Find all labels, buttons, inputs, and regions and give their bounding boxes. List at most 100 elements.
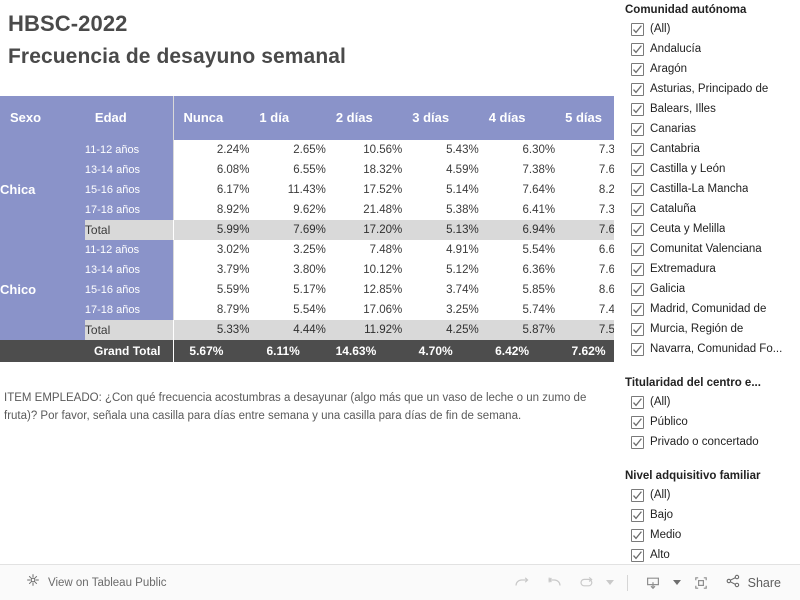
cell-value[interactable]: 5.59% bbox=[173, 280, 250, 300]
cell-value[interactable]: 5.67% bbox=[173, 340, 250, 362]
filter-option-alto[interactable]: Alto bbox=[620, 545, 800, 565]
cell-value[interactable]: 7.38% bbox=[478, 160, 556, 180]
cell-value[interactable]: 5.13% bbox=[402, 220, 479, 240]
download-icon[interactable] bbox=[638, 569, 668, 597]
filter-option-navarra[interactable]: Navarra, Comunidad Fo... bbox=[620, 339, 800, 359]
filter-option-galicia[interactable]: Galicia bbox=[620, 279, 800, 299]
column-header-2-dias[interactable]: 2 días bbox=[325, 96, 403, 140]
checkbox-checked-icon[interactable] bbox=[631, 162, 644, 176]
checkbox-checked-icon[interactable] bbox=[631, 548, 644, 562]
cell-value[interactable]: 7.45% bbox=[555, 300, 614, 320]
view-on-tableau-public-link[interactable]: View on Tableau Public bbox=[48, 577, 167, 589]
filter-option-ceuta-y-melilla[interactable]: Ceuta y Melilla bbox=[620, 219, 800, 239]
checkbox-checked-icon[interactable] bbox=[631, 122, 644, 136]
checkbox-checked-icon[interactable] bbox=[631, 242, 644, 256]
filter-option-andalucia[interactable]: Andalucía bbox=[620, 39, 800, 59]
table-row[interactable]: 15-16 años 5.59% 5.17% 12.85% 3.74% 5.85… bbox=[0, 280, 614, 300]
cell-value[interactable]: 6.17% bbox=[173, 180, 250, 200]
checkbox-checked-icon[interactable] bbox=[631, 415, 644, 429]
checkbox-checked-icon[interactable] bbox=[631, 142, 644, 156]
filter-option-privado-concertado[interactable]: Privado o concertado bbox=[620, 432, 800, 452]
download-chevron-down-icon[interactable] bbox=[670, 569, 684, 597]
cell-value[interactable]: 5.99% bbox=[173, 220, 250, 240]
cell-value[interactable]: 10.56% bbox=[325, 140, 403, 160]
cell-value[interactable]: 4.25% bbox=[402, 320, 479, 340]
cell-value[interactable]: 7.58% bbox=[555, 320, 614, 340]
crosstab-container[interactable]: Sexo Edad Nunca 1 día 2 días 3 días 4 dí… bbox=[0, 96, 614, 362]
cell-value[interactable]: 3.02% bbox=[173, 240, 250, 260]
cell-value[interactable]: 21.48% bbox=[325, 200, 403, 220]
filter-option-cataluna[interactable]: Cataluña bbox=[620, 199, 800, 219]
filter-option-aragon[interactable]: Aragón bbox=[620, 59, 800, 79]
column-header-edad[interactable]: Edad bbox=[84, 96, 174, 140]
cell-value[interactable]: 6.30% bbox=[478, 140, 556, 160]
filter-option-asturias[interactable]: Asturias, Principado de bbox=[620, 79, 800, 99]
cell-value[interactable]: 5.38% bbox=[402, 200, 479, 220]
cell-value[interactable]: 14.63% bbox=[325, 340, 403, 362]
checkbox-checked-icon[interactable] bbox=[631, 182, 644, 196]
cell-value[interactable]: 17.20% bbox=[325, 220, 403, 240]
cell-value[interactable]: 5.43% bbox=[402, 140, 479, 160]
row-header-total[interactable]: Total bbox=[84, 220, 174, 240]
row-header-edad[interactable]: 11-12 años bbox=[84, 140, 174, 160]
column-header-5-dias[interactable]: 5 días bbox=[555, 96, 614, 140]
checkbox-checked-icon[interactable] bbox=[631, 342, 644, 356]
checkbox-checked-icon[interactable] bbox=[631, 282, 644, 296]
filter-option-extremadura[interactable]: Extremadura bbox=[620, 259, 800, 279]
row-header-edad[interactable]: 17-18 años bbox=[84, 200, 174, 220]
checkbox-checked-icon[interactable] bbox=[631, 222, 644, 236]
table-row[interactable]: Chica 11-12 años 2.24% 2.65% 10.56% 5.43… bbox=[0, 140, 614, 240]
column-header-sexo[interactable]: Sexo bbox=[0, 96, 85, 140]
subtotal-row[interactable]: Total 5.99% 7.69% 17.20% 5.13% 6.94% 7.6… bbox=[0, 220, 614, 240]
cell-value[interactable]: 4.44% bbox=[249, 320, 326, 340]
row-header-edad[interactable]: 17-18 años bbox=[84, 300, 174, 320]
cell-value[interactable]: 2.24% bbox=[173, 140, 250, 160]
crosstab-table[interactable]: Sexo Edad Nunca 1 día 2 días 3 días 4 dí… bbox=[0, 96, 614, 362]
checkbox-checked-icon[interactable] bbox=[631, 302, 644, 316]
cell-value[interactable]: 5.14% bbox=[402, 180, 479, 200]
filter-option-publico[interactable]: Público bbox=[620, 412, 800, 432]
table-row[interactable]: Chico 11-12 años 3.02% 3.25% 7.48% 4.91%… bbox=[0, 240, 614, 340]
table-row[interactable]: 17-18 años 8.79% 5.54% 17.06% 3.25% 5.74… bbox=[0, 300, 614, 320]
cell-value[interactable]: 3.80% bbox=[249, 260, 326, 280]
checkbox-checked-icon[interactable] bbox=[631, 435, 644, 449]
checkbox-checked-icon[interactable] bbox=[631, 22, 644, 36]
cell-value[interactable]: 7.62% bbox=[555, 340, 614, 362]
cell-value[interactable]: 9.62% bbox=[249, 200, 326, 220]
cell-value[interactable]: 5.87% bbox=[478, 320, 556, 340]
cell-value[interactable]: 6.61% bbox=[555, 240, 614, 260]
cell-value[interactable]: 5.17% bbox=[249, 280, 326, 300]
column-header-3-dias[interactable]: 3 días bbox=[402, 96, 479, 140]
cell-value[interactable]: 12.85% bbox=[325, 280, 403, 300]
filter-option-all[interactable]: (All) bbox=[620, 485, 800, 505]
filter-option-all[interactable]: (All) bbox=[620, 19, 800, 39]
checkbox-checked-icon[interactable] bbox=[631, 42, 644, 56]
filter-option-bajo[interactable]: Bajo bbox=[620, 505, 800, 525]
checkbox-checked-icon[interactable] bbox=[631, 528, 644, 542]
cell-value[interactable]: 18.32% bbox=[325, 160, 403, 180]
row-header-edad[interactable]: 15-16 años bbox=[84, 180, 174, 200]
filter-option-canarias[interactable]: Canarias bbox=[620, 119, 800, 139]
redo-icon[interactable] bbox=[507, 569, 537, 597]
cell-value[interactable]: 5.85% bbox=[478, 280, 556, 300]
checkbox-checked-icon[interactable] bbox=[631, 508, 644, 522]
cell-value[interactable]: 3.79% bbox=[173, 260, 250, 280]
checkbox-checked-icon[interactable] bbox=[631, 322, 644, 336]
cell-value[interactable]: 6.55% bbox=[249, 160, 326, 180]
cell-value[interactable]: 6.11% bbox=[249, 340, 326, 362]
filter-option-murcia[interactable]: Murcia, Región de bbox=[620, 319, 800, 339]
row-header-edad[interactable]: 11-12 años bbox=[84, 240, 174, 260]
row-header-total[interactable]: Total bbox=[84, 320, 174, 340]
cell-value[interactable]: 8.79% bbox=[173, 300, 250, 320]
column-header-4-dias[interactable]: 4 días bbox=[478, 96, 556, 140]
cell-value[interactable]: 7.64% bbox=[555, 260, 614, 280]
cell-value[interactable]: 3.25% bbox=[249, 240, 326, 260]
cell-value[interactable]: 5.12% bbox=[402, 260, 479, 280]
checkbox-checked-icon[interactable] bbox=[631, 488, 644, 502]
cell-value[interactable]: 3.25% bbox=[402, 300, 479, 320]
table-row[interactable]: 13-14 años 3.79% 3.80% 10.12% 5.12% 6.36… bbox=[0, 260, 614, 280]
cell-value[interactable]: 5.33% bbox=[173, 320, 250, 340]
undo-icon[interactable] bbox=[539, 569, 569, 597]
filter-option-cantabria[interactable]: Cantabria bbox=[620, 139, 800, 159]
column-header-1-dia[interactable]: 1 día bbox=[249, 96, 326, 140]
